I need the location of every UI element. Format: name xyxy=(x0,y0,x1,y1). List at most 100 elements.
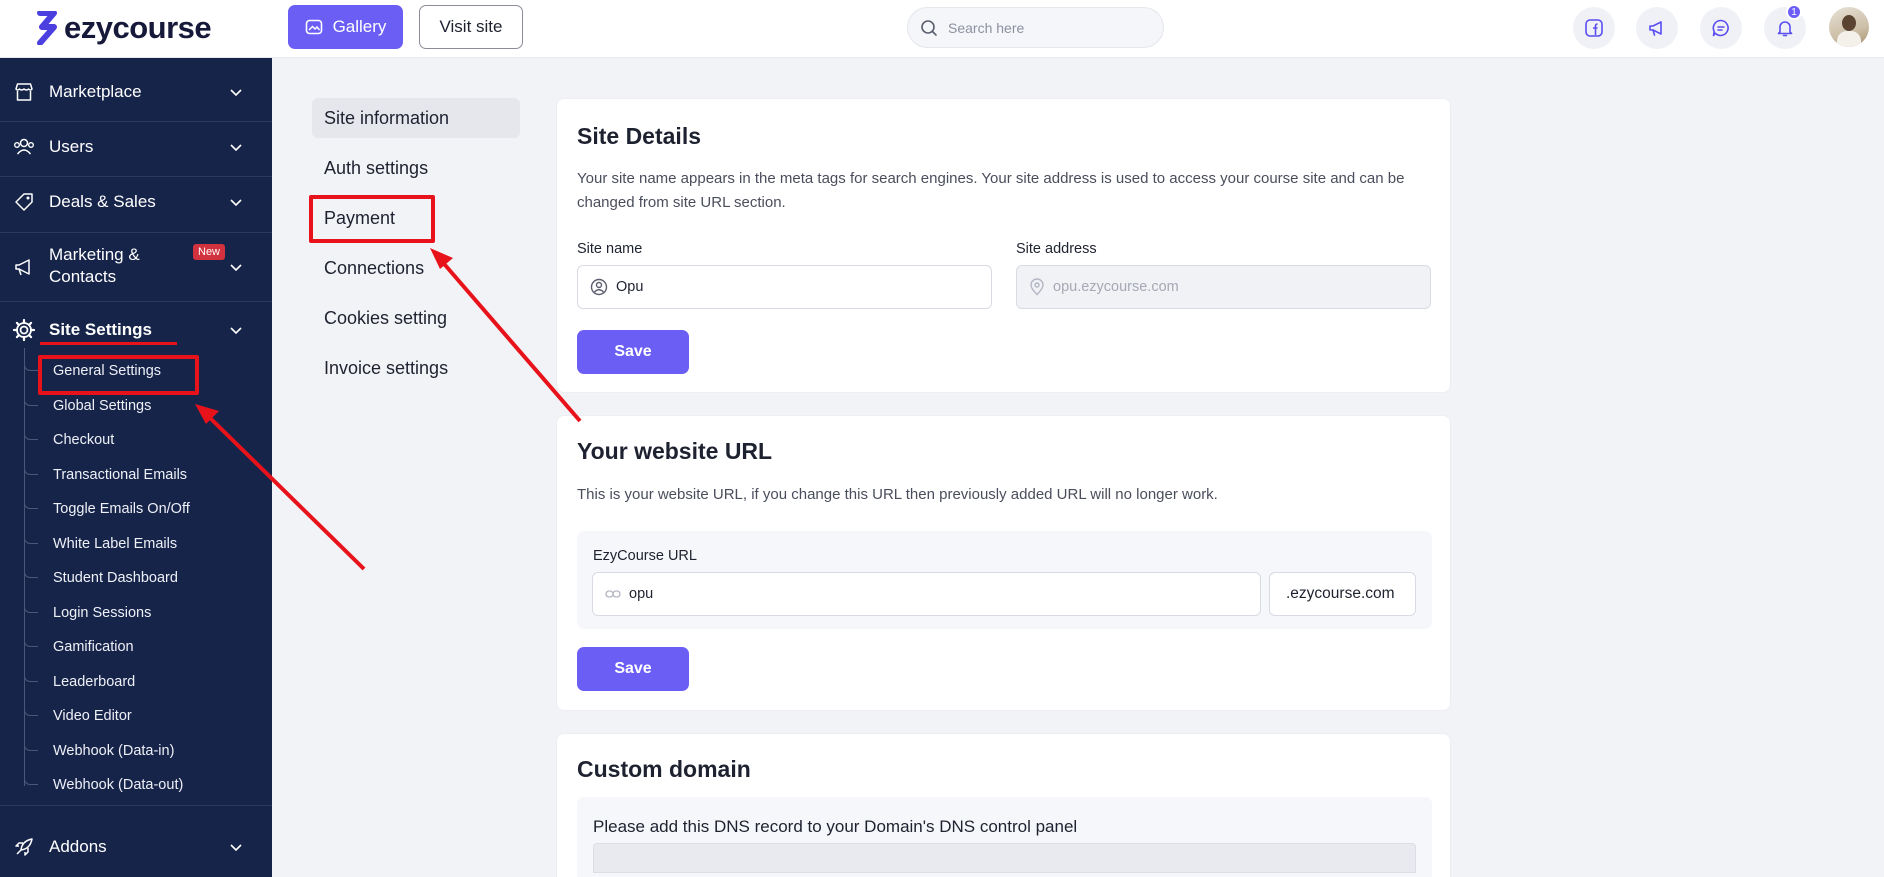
site-name-value: Opu xyxy=(616,279,644,295)
tag-icon xyxy=(12,190,36,214)
settings-tab-cookies-setting[interactable]: Cookies setting xyxy=(312,298,520,338)
submenu-item-label: White Label Emails xyxy=(53,536,178,552)
tree-connector xyxy=(24,460,38,475)
card-title: Site Details xyxy=(577,123,701,149)
megaphone-icon xyxy=(1649,21,1662,36)
visit-site-button[interactable]: Visit site xyxy=(419,5,523,49)
dns-table-header xyxy=(593,843,1416,873)
submenu-item-label: Webhook (Data-out) xyxy=(53,777,184,793)
save-button[interactable]: Save xyxy=(577,647,689,691)
link-icon xyxy=(605,590,621,598)
tree-connector xyxy=(24,667,38,682)
sidebar-item-users[interactable]: Users xyxy=(0,130,272,164)
search-bar[interactable] xyxy=(907,7,1164,48)
sidebar-item-label: Marketplace xyxy=(49,82,142,101)
sidebar-item-label: Site Settings xyxy=(49,320,152,339)
dns-instruction: Please add this DNS record to your Domai… xyxy=(593,817,1078,836)
dns-panel: Please add this DNS record to your Domai… xyxy=(577,797,1432,877)
sidebar-item-marketing-contacts[interactable]: Marketing & Contacts New xyxy=(0,242,272,292)
sidebar: Marketplace Users Deals & Sales Marketin… xyxy=(0,58,272,877)
sidebar-divider xyxy=(0,176,272,177)
notifications-button[interactable]: 1 xyxy=(1764,4,1806,49)
new-badge: New xyxy=(193,244,226,260)
chat-icon xyxy=(1712,19,1729,37)
chevron-down-icon xyxy=(230,89,242,97)
tree-connector xyxy=(24,563,38,578)
gallery-button[interactable]: Gallery xyxy=(288,5,403,49)
ezycourse-logo-icon xyxy=(37,11,57,45)
subdomain-input[interactable]: opu xyxy=(592,572,1261,616)
location-pin-icon xyxy=(1030,278,1044,296)
domain-suffix: .ezycourse.com xyxy=(1269,572,1416,616)
user-circle-icon xyxy=(590,278,608,296)
submenu-item-label: Toggle Emails On/Off xyxy=(53,501,190,517)
site-address-field: opu.ezycourse.com xyxy=(1016,265,1431,309)
gallery-button-label: Gallery xyxy=(332,17,387,36)
sidebar-item-label: Deals & Sales xyxy=(49,192,156,211)
tree-connector xyxy=(24,736,38,751)
sidebar-divider xyxy=(0,121,272,122)
site-address-label: Site address xyxy=(1016,241,1097,257)
annotation-underline-site-settings xyxy=(40,342,177,345)
settings-tab-invoice-settings[interactable]: Invoice settings xyxy=(312,348,520,388)
url-panel: EzyCourse URL opu .ezycourse.com xyxy=(577,531,1432,629)
gallery-icon xyxy=(305,19,322,35)
settings-tab-label: Connections xyxy=(324,257,425,278)
sidebar-item-label-line2: Contacts xyxy=(49,267,117,286)
tree-line xyxy=(24,348,25,786)
tree-connector xyxy=(24,356,38,371)
submenu-item-label: Global Settings xyxy=(53,398,152,414)
sidebar-item-deals-sales[interactable]: Deals & Sales xyxy=(0,185,272,219)
sidebar-divider xyxy=(0,805,272,806)
submenu-item-label: Video Editor xyxy=(53,708,132,724)
sidebar-divider xyxy=(0,301,272,302)
chevron-down-icon xyxy=(230,844,242,852)
visit-site-label: Visit site xyxy=(439,17,503,36)
save-button[interactable]: Save xyxy=(577,330,689,374)
submenu-item-label: Webhook (Data-in) xyxy=(53,743,175,759)
sidebar-item-addons[interactable]: Addons xyxy=(0,830,272,864)
megaphone-icon xyxy=(12,255,36,279)
settings-tab-connections[interactable]: Connections xyxy=(312,248,520,288)
announcements-button[interactable] xyxy=(1636,7,1678,49)
rocket-icon xyxy=(12,835,36,859)
chevron-down-icon xyxy=(230,327,242,335)
custom-domain-card: Custom domain Please add this DNS record… xyxy=(556,733,1451,877)
search-input[interactable] xyxy=(948,19,1138,36)
card-title: Custom domain xyxy=(577,756,751,782)
submenu-item-label: Login Sessions xyxy=(53,605,152,621)
brand-name: ezycourse xyxy=(64,10,212,45)
tree-connector xyxy=(24,494,38,509)
top-bar: ezycourse Gallery Visit site Search here… xyxy=(0,0,1884,58)
messages-button[interactable] xyxy=(1700,7,1742,49)
annotation-highlight-general-settings xyxy=(38,355,199,395)
sidebar-item-marketplace[interactable]: Marketplace xyxy=(0,75,272,109)
users-icon xyxy=(12,135,36,159)
chevron-down-icon xyxy=(230,264,242,272)
tree-connector xyxy=(24,701,38,716)
site-name-field[interactable]: Opu xyxy=(577,265,992,309)
website-url-card: Your website URL This is your website UR… xyxy=(556,415,1451,711)
site-details-card: Site Details Your site name appears in t… xyxy=(556,98,1451,393)
gear-icon xyxy=(12,318,36,342)
notification-badge: 1 xyxy=(1786,4,1802,20)
site-address-value: opu.ezycourse.com xyxy=(1053,279,1179,295)
user-avatar[interactable] xyxy=(1829,7,1869,47)
chevron-down-icon xyxy=(230,144,242,152)
annotation-highlight-payment xyxy=(309,195,435,243)
tree-connector xyxy=(24,770,38,785)
tree-connector xyxy=(24,425,38,440)
tree-connector xyxy=(24,598,38,613)
sidebar-divider xyxy=(0,232,272,233)
chevron-down-icon xyxy=(230,199,242,207)
facebook-button[interactable] xyxy=(1573,7,1615,49)
settings-tab-label: Invoice settings xyxy=(324,357,449,378)
submenu-item-label: Student Dashboard xyxy=(53,570,178,586)
bell-icon xyxy=(1777,21,1793,37)
site-name-label: Site name xyxy=(577,241,643,257)
settings-tab-auth-settings[interactable]: Auth settings xyxy=(312,148,520,188)
brand-logo[interactable]: ezycourse xyxy=(36,10,212,46)
sidebar-item-label: Addons xyxy=(49,837,107,856)
ezycourse-url-label: EzyCourse URL xyxy=(593,548,697,564)
settings-tab-site-information[interactable]: Site information xyxy=(312,98,520,138)
